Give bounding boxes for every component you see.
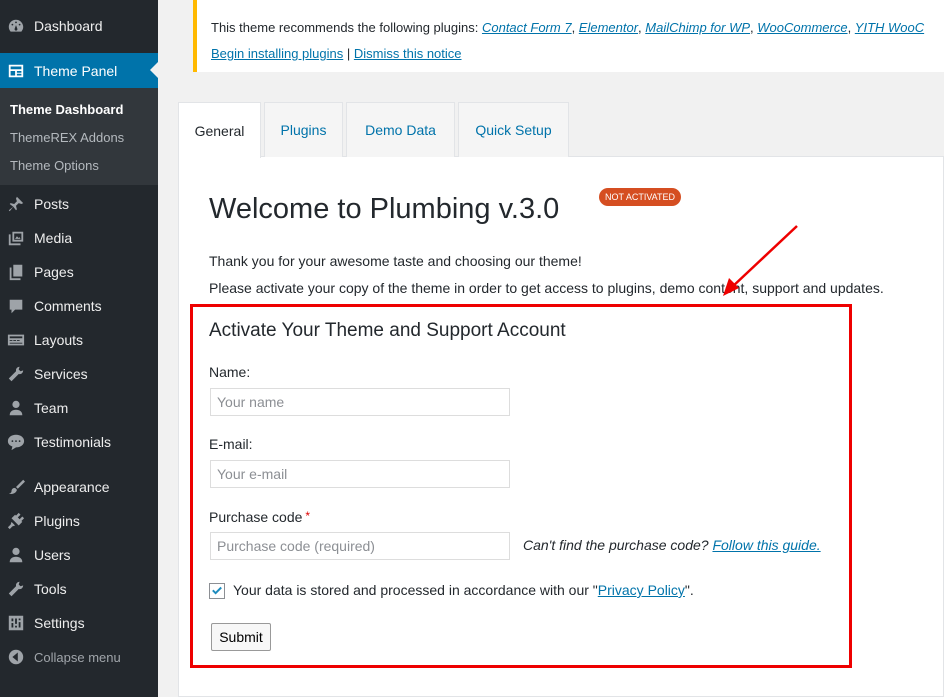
menu-plugins-label: Plugins (34, 513, 80, 529)
menu-testimonials-label: Testimonials (34, 434, 112, 450)
testimonials-icon (6, 432, 26, 452)
purchase-code-label-text: Purchase code (209, 509, 303, 525)
plugin-link-woocommerce[interactable]: WooCommerce (757, 20, 847, 35)
users-icon (6, 545, 26, 565)
menu-plugins[interactable]: Plugins (0, 504, 158, 538)
settings-icon (6, 613, 26, 633)
menu-tools-label: Tools (34, 581, 67, 597)
tab-general[interactable]: General (178, 102, 261, 158)
menu-users[interactable]: Users (0, 538, 158, 572)
dismiss-notice-link[interactable]: Dismiss this notice (354, 46, 462, 61)
plugin-notice: This theme recommends the following plug… (193, 0, 944, 72)
menu-users-label: Users (34, 547, 71, 563)
menu-media[interactable]: Media (0, 221, 158, 255)
page-title: Welcome to Plumbing v.3.0 (209, 193, 560, 225)
consent-checkbox[interactable] (209, 583, 225, 599)
menu-testimonials[interactable]: Testimonials (0, 425, 158, 459)
media-icon (6, 228, 26, 248)
plugin-link-contact-form-7[interactable]: Contact Form 7 (482, 20, 572, 35)
purchase-code-label: Purchase code * (209, 509, 310, 525)
menu-team-label: Team (34, 400, 69, 416)
theme-panel-submenu: Theme Dashboard ThemeREX Addons Theme Op… (0, 88, 158, 185)
notice-recommend-text: This theme recommends the following plug… (211, 20, 924, 35)
required-marker: * (305, 509, 311, 523)
menu-comments-label: Comments (34, 298, 102, 314)
menu-dashboard[interactable]: Dashboard (0, 9, 158, 43)
begin-installing-link[interactable]: Begin installing plugins (211, 46, 343, 61)
intro-thanks: Thank you for your awesome taste and cho… (209, 253, 582, 269)
plugin-link-mailchimp[interactable]: MailChimp for WP (645, 20, 750, 35)
menu-appearance[interactable]: Appearance (0, 470, 158, 504)
name-label: Name: (209, 364, 251, 380)
tab-quick-setup[interactable]: Quick Setup (458, 102, 569, 157)
checkmark-icon (212, 586, 222, 595)
pin-icon (6, 194, 26, 214)
collapse-menu-button[interactable]: Collapse menu (0, 640, 158, 674)
tab-demo-data[interactable]: Demo Data (346, 102, 455, 157)
hint-text: Can't find the purchase code? (523, 537, 713, 553)
consent-suffix: ". (684, 582, 694, 598)
plugin-link-yith[interactable]: YITH WooC (855, 20, 924, 35)
menu-posts-label: Posts (34, 196, 70, 212)
collapse-menu-label: Collapse menu (34, 649, 121, 665)
menu-posts[interactable]: Posts (0, 187, 158, 221)
submenu-themerex-addons[interactable]: ThemeREX Addons (10, 130, 124, 145)
submenu-theme-dashboard[interactable]: Theme Dashboard (10, 102, 123, 117)
follow-guide-link[interactable]: Follow this guide. (712, 537, 820, 553)
brush-icon (6, 477, 26, 497)
email-label: E-mail: (209, 436, 253, 452)
menu-team[interactable]: Team (0, 391, 158, 425)
notice-separator: , (847, 20, 855, 35)
consent-text: Your data is stored and processed in acc… (233, 582, 694, 598)
menu-appearance-label: Appearance (34, 479, 110, 495)
theme-panel-icon (6, 61, 26, 81)
menu-comments[interactable]: Comments (0, 289, 158, 323)
pages-icon (6, 262, 26, 282)
menu-pages-label: Pages (34, 264, 74, 280)
submit-button[interactable]: Submit (211, 623, 271, 651)
name-input[interactable] (210, 388, 510, 416)
dashboard-icon (6, 16, 26, 36)
consent-prefix: Your data is stored and processed in acc… (233, 582, 598, 598)
menu-dashboard-label: Dashboard (34, 18, 103, 34)
wrench-icon (6, 364, 26, 384)
submenu-theme-options[interactable]: Theme Options (10, 158, 99, 173)
notice-prefix: This theme recommends the following plug… (211, 20, 482, 35)
admin-sidebar: Dashboard Theme Panel Theme Dashboard Th… (0, 0, 158, 697)
red-arrow-icon (723, 225, 798, 296)
email-input[interactable] (210, 460, 510, 488)
menu-theme-panel[interactable]: Theme Panel (0, 53, 158, 89)
status-badge: Not activated (599, 188, 682, 206)
privacy-policy-link[interactable]: Privacy Policy (598, 582, 685, 598)
menu-services[interactable]: Services (0, 357, 158, 391)
tab-plugins[interactable]: Plugins (264, 102, 343, 157)
comment-icon (6, 296, 26, 316)
tools-icon (6, 579, 26, 599)
menu-settings[interactable]: Settings (0, 606, 158, 640)
purchase-code-input[interactable] (210, 532, 510, 560)
menu-services-label: Services (34, 366, 88, 382)
user-icon (6, 398, 26, 418)
notice-actions: Begin installing plugins | Dismiss this … (211, 46, 462, 61)
plugin-link-elementor[interactable]: Elementor (579, 20, 638, 35)
menu-layouts-label: Layouts (34, 332, 84, 348)
purchase-code-hint: Can't find the purchase code? Follow thi… (523, 537, 821, 553)
menu-pages[interactable]: Pages (0, 255, 158, 289)
form-title: Activate Your Theme and Support Account (209, 320, 566, 341)
menu-media-label: Media (34, 230, 73, 246)
collapse-icon (6, 647, 26, 667)
menu-tools[interactable]: Tools (0, 572, 158, 606)
layouts-icon (6, 330, 26, 350)
menu-layouts[interactable]: Layouts (0, 323, 158, 357)
notice-divider: | (343, 46, 354, 61)
menu-settings-label: Settings (34, 615, 85, 631)
menu-theme-panel-label: Theme Panel (34, 63, 118, 79)
notice-separator: , (571, 20, 579, 35)
plugin-icon (6, 511, 26, 531)
